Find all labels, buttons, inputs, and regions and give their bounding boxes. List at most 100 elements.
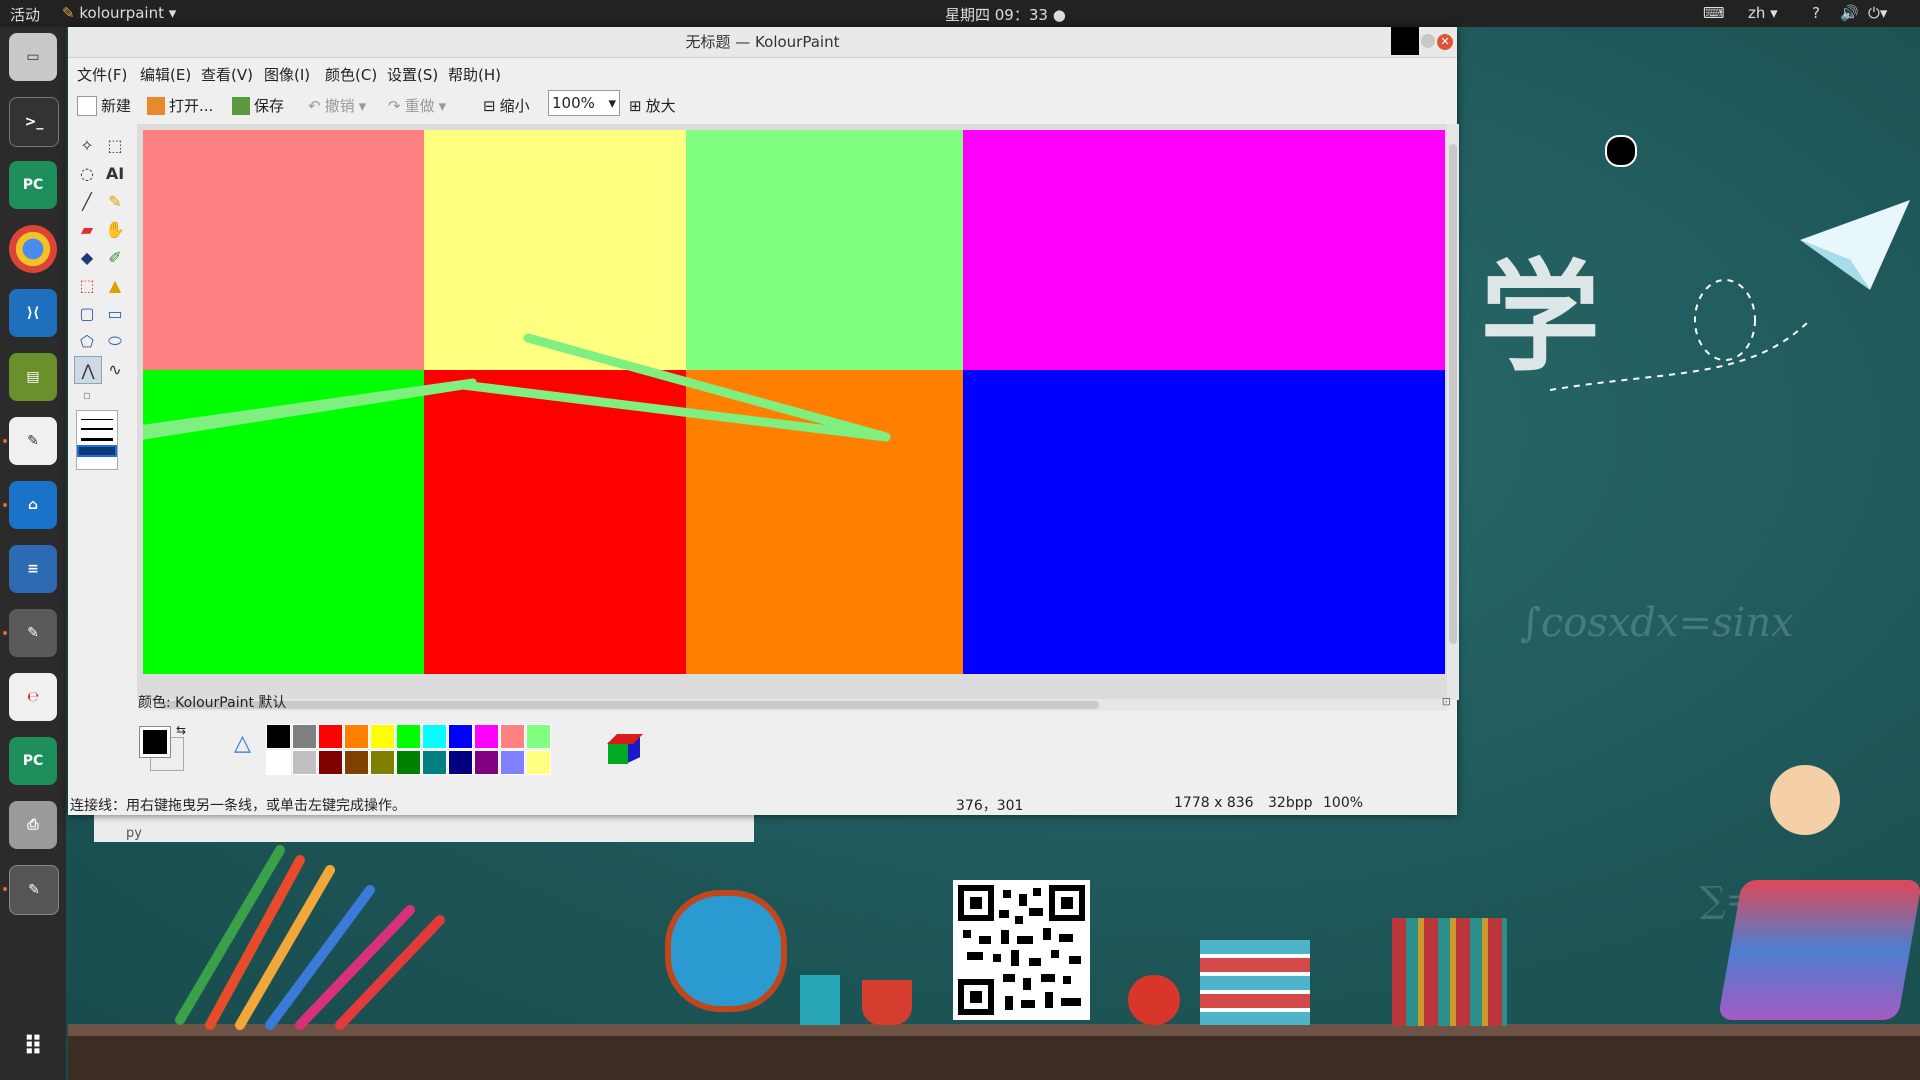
pycharm-icon[interactable]: PC <box>9 161 57 209</box>
color-swatch[interactable] <box>292 724 317 749</box>
redo-button[interactable]: ↷ 重做 ▾ <box>388 95 446 116</box>
menu-file[interactable]: 文件(F) <box>77 64 127 85</box>
color-swatch[interactable] <box>526 750 551 775</box>
rect-select-icon[interactable]: ⬚ <box>102 132 128 158</box>
undo-button[interactable]: ↶ 撤销 ▾ <box>308 95 366 116</box>
color-swatch[interactable] <box>474 724 499 749</box>
free-select-icon[interactable]: ✧ <box>74 132 100 158</box>
color-swatch[interactable] <box>448 724 473 749</box>
chrome-icon[interactable] <box>9 225 57 273</box>
show-apps-icon[interactable]: ⠿ <box>9 1023 57 1071</box>
clock[interactable]: 星期四 09：33 ● <box>945 4 1066 25</box>
text-editor-icon[interactable]: ✎ <box>9 417 57 465</box>
zoom-in-button[interactable]: ⊞ 放大 <box>629 95 676 116</box>
polygon-icon[interactable]: ⬠ <box>74 328 100 354</box>
book-app-icon[interactable]: ▤ <box>9 353 57 401</box>
color-swatch[interactable] <box>396 750 421 775</box>
volume-icon[interactable]: 🔊 <box>1840 4 1859 22</box>
open-button[interactable]: 打开... <box>147 95 213 116</box>
color-picker-icon[interactable]: ✐ <box>102 244 128 270</box>
zoom-value: 100% <box>552 94 595 112</box>
menu-settings[interactable]: 设置(S) <box>387 64 438 85</box>
color-swatch[interactable] <box>500 724 525 749</box>
connected-lines-icon[interactable]: ⋀ <box>74 356 102 384</box>
terminal-icon[interactable]: >_ <box>9 97 59 147</box>
color-swatch[interactable] <box>448 750 473 775</box>
color-swatch[interactable] <box>500 750 525 775</box>
foreground-color-box[interactable] <box>139 726 171 758</box>
input-method-menu[interactable]: zh ▾ <box>1748 4 1778 22</box>
books-stack-icon <box>1200 940 1310 1025</box>
spraycan-icon[interactable]: ▲ <box>102 272 128 298</box>
color-swatch[interactable] <box>344 750 369 775</box>
color-swatch[interactable] <box>370 750 395 775</box>
pencil-tool-icon[interactable]: ✎ <box>102 188 128 214</box>
swap-colors-icon[interactable]: ⇆ <box>176 723 186 737</box>
paint-brush-icon[interactable]: ✎ <box>9 609 57 657</box>
menu-image[interactable]: 图像(I) <box>264 64 310 85</box>
pdf-viewer-icon[interactable]: ℮ <box>9 673 57 721</box>
line-tool-icon[interactable]: ╱ <box>74 188 100 214</box>
rounded-rect-icon[interactable]: ▢ <box>74 300 100 326</box>
software-icon[interactable]: ⌂ <box>9 481 57 529</box>
horizontal-scroll-thumb[interactable] <box>159 701 1099 709</box>
brush-tool-icon[interactable]: ✋ <box>102 216 128 242</box>
menu-help[interactable]: 帮助(H) <box>448 64 501 85</box>
menu-colors[interactable]: 颜色(C) <box>325 64 377 85</box>
vertical-scrollbar[interactable] <box>1447 124 1459 700</box>
horizontal-scrollbar[interactable] <box>139 699 1447 711</box>
line-width-4[interactable] <box>77 445 117 457</box>
color-swatch[interactable] <box>344 724 369 749</box>
palette-name[interactable]: KolourPaint 默认 <box>175 695 286 711</box>
vertical-scroll-thumb[interactable] <box>1449 144 1457 644</box>
color-swatch[interactable] <box>266 724 291 749</box>
save-button[interactable]: 保存 <box>232 95 284 116</box>
writer-icon[interactable]: ≡ <box>9 545 57 593</box>
color-swatch[interactable] <box>474 750 499 775</box>
ellipse-select-icon[interactable]: ◌ <box>74 160 100 186</box>
power-icon[interactable]: ⏻▾ <box>1868 4 1887 22</box>
activities-button[interactable]: 活动 <box>10 4 40 25</box>
pycharm-icon-2[interactable]: PC <box>9 737 57 785</box>
color-swatch[interactable] <box>318 750 343 775</box>
keyboard-icon[interactable]: ⌨ <box>1703 4 1725 22</box>
drawing-canvas[interactable] <box>143 130 1445 674</box>
maximize-icon[interactable] <box>1421 34 1435 48</box>
line-width-1[interactable] <box>81 419 113 420</box>
more-tools-icon[interactable]: ▫ <box>74 382 100 408</box>
panel-detach-icon[interactable]: ⊡ <box>1442 695 1451 708</box>
color-swatch[interactable] <box>318 724 343 749</box>
color-swatch[interactable] <box>422 750 447 775</box>
ellipse-icon[interactable]: ⬭ <box>102 328 128 354</box>
menu-view[interactable]: 查看(V) <box>201 64 253 85</box>
new-button[interactable]: 新建 <box>77 95 131 116</box>
color-swatch[interactable] <box>396 724 421 749</box>
line-width-selector[interactable] <box>76 410 118 470</box>
line-width-3[interactable] <box>81 438 113 441</box>
zoom-out-button[interactable]: ⊟ 缩小 <box>483 95 530 116</box>
color-swatch[interactable] <box>422 724 447 749</box>
color-swatch[interactable] <box>370 724 395 749</box>
curve-icon[interactable]: ∿ <box>102 356 128 382</box>
zoom-combo[interactable]: 100% ▾ <box>548 90 620 116</box>
color-similarity-icon[interactable]: △ <box>234 731 251 756</box>
line-width-2[interactable] <box>81 428 113 430</box>
menu-edit[interactable]: 编辑(E) <box>140 64 191 85</box>
close-icon[interactable]: ✕ <box>1437 34 1453 50</box>
color-selector[interactable]: ⇆ <box>139 723 186 771</box>
color-swatch[interactable] <box>292 750 317 775</box>
network-icon[interactable]: ? <box>1812 4 1820 22</box>
text-tool-icon[interactable]: AI <box>102 160 128 186</box>
kolourpaint-icon[interactable]: ✎ <box>9 865 59 915</box>
app-menu[interactable]: ✎ kolourpaint ▾ <box>62 4 176 22</box>
fill-tool-icon[interactable]: ◆ <box>74 244 100 270</box>
color-swatch[interactable] <box>266 750 291 775</box>
vscode-icon[interactable]: ⟩⟨ <box>9 289 57 337</box>
file-manager-icon[interactable]: ▭ <box>9 33 57 81</box>
title-bar[interactable]: 无标题 — KolourPaint ✕ <box>68 27 1457 58</box>
eraser-tool-icon[interactable]: ▰ <box>74 216 100 242</box>
printer-icon[interactable]: ⎙ <box>9 801 57 849</box>
color-swatch[interactable] <box>526 724 551 749</box>
color-eraser-icon[interactable]: ⬚ <box>74 272 100 298</box>
rectangle-icon[interactable]: ▭ <box>102 300 128 326</box>
